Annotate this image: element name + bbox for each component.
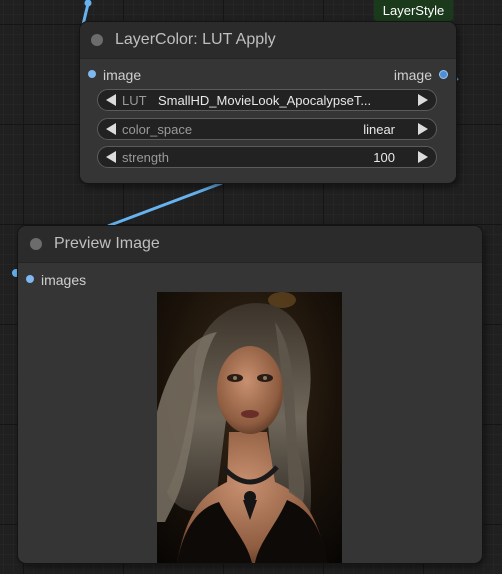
layerstyle-badge: LayerStyle	[374, 0, 453, 21]
lut-widget-value: SmallHD_MovieLook_ApocalypseT...	[158, 93, 372, 108]
lut-apply-node[interactable]: LayerColor: LUT Apply image image LUT Sm…	[80, 22, 456, 183]
increment-arrow-icon[interactable]	[418, 123, 428, 135]
decrement-arrow-icon[interactable]	[106, 151, 116, 163]
increment-arrow-icon[interactable]	[418, 94, 428, 106]
images-input-slot-icon[interactable]	[26, 275, 34, 283]
strength-stepper[interactable]: strength 100	[97, 146, 437, 168]
color-space-widget-name: color_space	[122, 122, 193, 137]
portrait-image	[157, 292, 342, 563]
color-space-widget-value: linear	[363, 122, 395, 137]
link-lut-output-to-preview	[107, 181, 223, 228]
lut-selector[interactable]: LUT SmallHD_MovieLook_ApocalypseT...	[97, 89, 437, 111]
preview-image[interactable]	[157, 292, 342, 563]
decrement-arrow-icon[interactable]	[106, 94, 116, 106]
image-output-label: image	[393, 67, 432, 83]
strength-widget-name: strength	[122, 150, 169, 165]
color-space-selector[interactable]: color_space linear	[97, 118, 437, 140]
lut-widget-name: LUT	[122, 93, 147, 108]
link-top-endpoint	[84, 0, 92, 7]
image-input-label: image	[103, 67, 142, 83]
collapse-dot-icon[interactable]	[30, 238, 42, 250]
decrement-arrow-icon[interactable]	[106, 123, 116, 135]
strength-widget-value: 100	[373, 150, 395, 165]
node-title: Preview Image	[54, 235, 160, 252]
lut-apply-node-header[interactable]: LayerColor: LUT Apply	[80, 22, 456, 59]
preview-image-node-header[interactable]: Preview Image	[18, 226, 482, 263]
image-input-slot-icon[interactable]	[88, 70, 96, 78]
image-output-slot-icon[interactable]	[439, 70, 448, 79]
node-title: LayerColor: LUT Apply	[115, 31, 276, 48]
images-input-label: images	[41, 272, 87, 288]
collapse-dot-icon[interactable]	[91, 34, 103, 46]
increment-arrow-icon[interactable]	[418, 151, 428, 163]
